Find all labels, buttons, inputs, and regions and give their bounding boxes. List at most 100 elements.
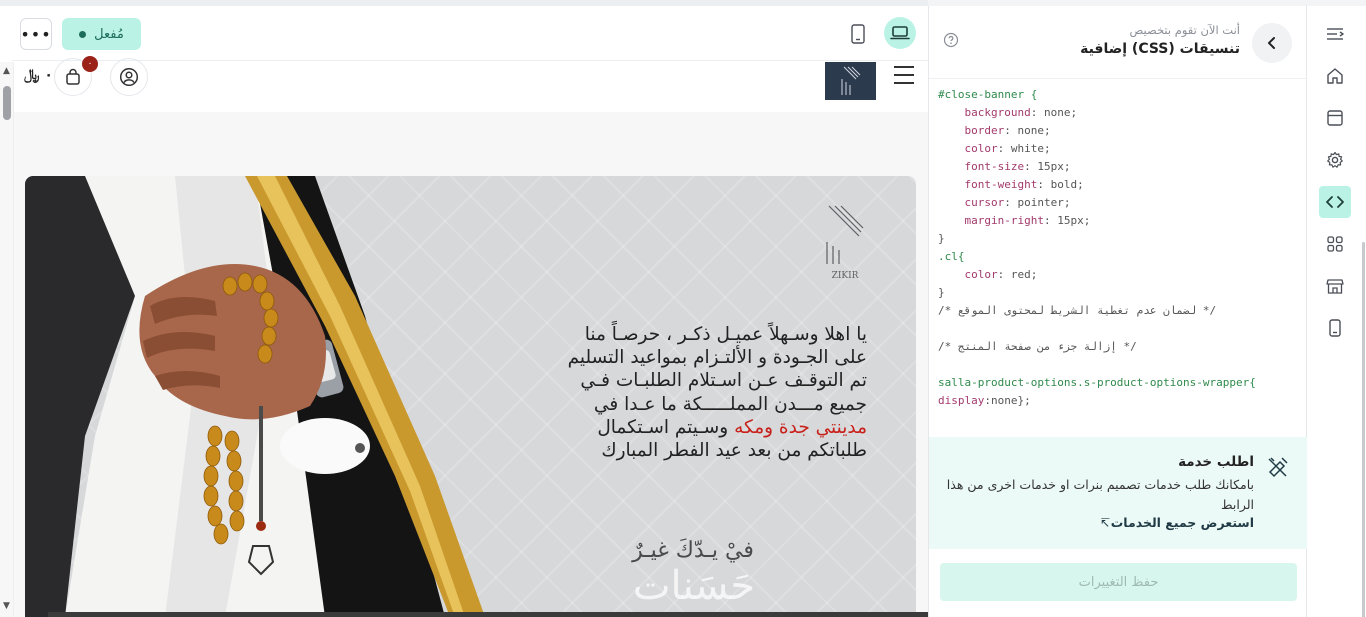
code-token: font-size — [938, 160, 1025, 173]
sidebar-item-layout[interactable] — [1319, 102, 1351, 134]
desktop-view-button[interactable] — [884, 17, 916, 49]
code-line[interactable] — [938, 356, 1308, 374]
code-line[interactable]: display:none}; — [938, 392, 1308, 410]
customize-panel: أنت الآن تقوم بتخصيص تنسيقات (CSS) إضافي… — [928, 6, 1308, 617]
code-line[interactable]: color: white; — [938, 140, 1308, 158]
panel-subtitle: أنت الآن تقوم بتخصيص — [1129, 23, 1240, 37]
service-request-card: اطلب خدمة بامكانك طلب خدمات تصميم بنرات … — [929, 437, 1308, 549]
mobile-icon — [1329, 319, 1341, 337]
code-token: : none; — [1030, 106, 1078, 119]
code-token: : none; — [1004, 124, 1051, 137]
code-token: : white; — [997, 142, 1051, 155]
store-header: ٠ ﷼ ٠ — [14, 56, 928, 112]
app-root: ••• مُفعل ▲ ▼ ٠ ﷼ ٠ ZIKIR يا اهلا وسـهلا… — [0, 0, 1366, 617]
collapse-icon — [1327, 28, 1344, 40]
zikir-brand-logo: ZIKIR — [826, 205, 864, 281]
status-dot-icon — [79, 30, 87, 38]
status-badge[interactable]: مُفعل — [62, 18, 141, 50]
sidebar-item-apps[interactable] — [1319, 228, 1351, 260]
mobile-view-button[interactable] — [847, 20, 869, 48]
banner-slogan: فيْ يـدّكَ غيـرٌ — [632, 538, 754, 563]
banner-line: طلباتكم من بعد عيد الفطر المبارك — [601, 440, 867, 462]
sidebar-item-store[interactable] — [1319, 270, 1351, 302]
code-line[interactable]: color: red; — [938, 266, 1308, 284]
code-token: color — [938, 268, 998, 281]
code-line[interactable]: /* إزالة جزء من صفحة المنتج */ — [938, 338, 1308, 356]
sidebar-item-mobile-app[interactable] — [1319, 312, 1351, 344]
code-line[interactable]: margin-right: 15px; — [938, 212, 1308, 230]
scroll-thumb[interactable] — [3, 86, 11, 120]
code-line[interactable]: .cl{ — [938, 248, 1308, 266]
sidebar-scrollbar[interactable] — [1362, 242, 1365, 617]
code-line[interactable]: cursor: pointer; — [938, 194, 1308, 212]
scroll-up-arrow-icon[interactable]: ▲ — [3, 66, 10, 76]
settings-icon — [1327, 151, 1343, 168]
all-services-link[interactable]: استعرض جميع الخدمات — [1111, 515, 1254, 530]
sidebar-rail — [1307, 6, 1366, 617]
code-token: salla-product-options.s-product-options-… — [938, 376, 1256, 389]
code-token: : 15px; — [1024, 160, 1071, 173]
code-token: cursor — [938, 196, 1005, 209]
code-icon — [1326, 196, 1344, 208]
code-line[interactable]: } — [938, 230, 1308, 248]
store-icon — [1326, 279, 1344, 294]
service-description: بامكانك طلب خدمات تصميم بنرات او خدمات ا… — [946, 477, 1254, 512]
preview-toolbar: ••• مُفعل — [12, 6, 928, 61]
preview-scrollbar[interactable]: ▲ ▼ — [0, 62, 14, 617]
sidebar-item-settings[interactable] — [1319, 144, 1351, 176]
code-line[interactable] — [938, 320, 1308, 338]
banner-line-rest: وسـيتم اسـتكمال — [597, 416, 735, 438]
panel-title: تنسيقات (CSS) إضافية — [1080, 41, 1240, 57]
code-token: margin-right — [938, 214, 1044, 227]
code-line[interactable]: font-weight: bold; — [938, 176, 1308, 194]
store-logo[interactable] — [825, 62, 876, 100]
code-token: : pointer; — [1004, 196, 1071, 209]
menu-bar-icon — [894, 82, 914, 84]
code-token: background — [938, 106, 1031, 119]
more-options-button[interactable]: ••• — [20, 18, 52, 50]
menu-button[interactable] — [894, 66, 914, 84]
preview-bottom-bar — [48, 612, 928, 617]
back-button[interactable] — [1252, 23, 1292, 63]
banner-line: يا اهلا وسـهلاً عميـل ذكـر ، حرصـاً منا — [584, 324, 867, 345]
banner-photo — [25, 176, 485, 617]
brand-logo-text: ZIKIR — [832, 271, 859, 281]
banner-line: مدينتي جدة ومكه وسـيتم اسـتكمال — [515, 416, 867, 439]
code-token: color — [938, 142, 998, 155]
code-token: #close-banner { — [938, 88, 1038, 101]
mobile-device-icon — [851, 24, 865, 44]
code-line[interactable]: border: none; — [938, 122, 1308, 140]
code-line[interactable]: } — [938, 284, 1308, 302]
code-token: font-weight — [938, 178, 1038, 191]
sidebar-collapse-button[interactable] — [1319, 18, 1351, 50]
banner-slogan-sub: حَسَنات — [632, 563, 756, 609]
code-token: display — [938, 394, 985, 407]
external-arrow-icon[interactable]: ↸ — [1100, 516, 1110, 530]
code-line[interactable]: background: none; — [938, 104, 1308, 122]
announcement-banner: ZIKIR يا اهلا وسـهلاً عميـل ذكـر ، حرصـا… — [25, 176, 916, 617]
laptop-icon — [890, 26, 910, 40]
sidebar-item-code[interactable] — [1319, 186, 1351, 218]
shopping-bag-icon — [66, 68, 80, 85]
code-line[interactable]: #close-banner { — [938, 86, 1308, 104]
save-changes-button[interactable]: حفظ التغييرات — [940, 563, 1297, 601]
code-token: } — [938, 232, 945, 245]
apps-icon — [1327, 236, 1343, 252]
user-icon — [119, 67, 139, 87]
css-code-editor[interactable]: #close-banner { background: none; border… — [929, 80, 1308, 436]
scroll-down-arrow-icon[interactable]: ▼ — [3, 601, 10, 611]
code-token: .cl{ — [938, 250, 965, 263]
menu-bar-icon — [894, 66, 914, 68]
account-button[interactable] — [110, 58, 148, 96]
code-token: : red; — [997, 268, 1038, 281]
design-tools-icon — [1268, 457, 1288, 478]
code-line[interactable]: salla-product-options.s-product-options-… — [938, 374, 1308, 392]
sidebar-item-home[interactable] — [1319, 60, 1351, 92]
code-token: border — [938, 124, 1005, 137]
home-icon — [1327, 68, 1343, 84]
help-icon[interactable] — [943, 32, 959, 48]
code-line[interactable]: /* لضمان عدم تغطية الشريط لمحتوى الموقع … — [938, 302, 1308, 320]
code-line[interactable]: font-size: 15px; — [938, 158, 1308, 176]
cart-count-badge: ٠ — [82, 56, 98, 72]
service-title: اطلب خدمة — [1178, 454, 1254, 470]
